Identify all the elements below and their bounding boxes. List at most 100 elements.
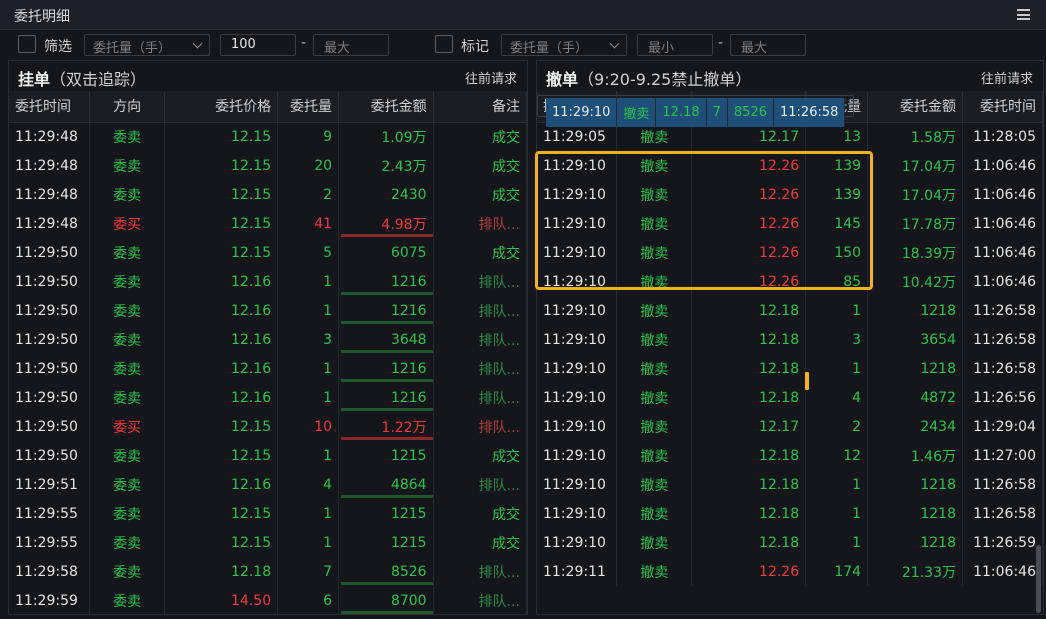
table-row[interactable]: 11:29:10 撤卖 12.26 150 18.39万 11:06:46 xyxy=(537,238,1043,267)
quantity-cell: 85 xyxy=(805,267,869,296)
price-cell: 12.18 xyxy=(691,528,807,557)
quantity-cell: 2 xyxy=(277,180,340,209)
table-row[interactable]: 11:29:10 撤卖 12.18 7 8526 11:26:58 xyxy=(537,95,855,127)
note-cell: 成交 xyxy=(433,499,527,528)
table-row[interactable]: 11:29:48 委买 12.15 41 4.98万 排队... xyxy=(9,209,527,238)
direction-cell: 委卖 xyxy=(89,354,165,383)
column-header-quantity[interactable]: 委托量 xyxy=(277,91,340,123)
pending-orders-panel: 挂单（双击追踪） 往前请求 委托时间 方向 委托价格 委托量 委托金额 备注 1… xyxy=(8,60,528,615)
table-row[interactable]: 11:29:10 撤卖 12.18 1 1218 11:26:58 xyxy=(537,354,1043,383)
table-row[interactable]: 11:29:10 撤卖 12.18 12 1.46万 11:27:00 xyxy=(537,441,1043,470)
order-time-cell: 11:29:51 xyxy=(9,470,91,499)
column-header-order-time[interactable]: 委托时间 xyxy=(9,91,91,123)
amount-cell: 18.39万 xyxy=(867,238,963,267)
price-cell: 12.18 xyxy=(691,354,807,383)
table-row[interactable]: 11:29:50 委买 12.15 10 1.22万 排队... xyxy=(9,412,527,441)
table-row[interactable]: 11:29:48 委卖 12.15 2 2430 成交 xyxy=(9,180,527,209)
table-row[interactable]: 11:29:55 委卖 12.15 1 1215 成交 xyxy=(9,528,527,557)
quantity-cell: 9 xyxy=(277,122,340,151)
pending-orders-title-text: 挂单 xyxy=(18,70,51,89)
table-row[interactable]: 11:29:58 委卖 12.18 7 8526 排队... xyxy=(9,557,527,586)
pending-orders-load-earlier-button[interactable]: 往前请求 xyxy=(465,68,517,87)
table-row[interactable]: 11:29:50 委卖 12.16 1 1216 排队... xyxy=(9,383,527,412)
table-row[interactable]: 11:29:50 委卖 12.15 5 6075 成交 xyxy=(9,238,527,267)
table-row[interactable]: 11:29:10 撤卖 12.26 139 17.04万 11:06:46 xyxy=(537,180,1043,209)
table-row[interactable]: 11:29:50 委卖 12.16 3 3648 排队... xyxy=(9,325,527,354)
amount-bar xyxy=(341,582,433,585)
table-row[interactable]: 11:29:50 委卖 12.15 1 1215 成交 xyxy=(9,441,527,470)
filter-max-input[interactable]: 最大 xyxy=(313,34,389,56)
hamburger-menu-icon[interactable] xyxy=(1017,9,1030,20)
table-row[interactable]: 11:29:10 撤卖 12.18 1 1218 11:26:58 xyxy=(537,296,1043,325)
direction-cell: 委卖 xyxy=(89,528,165,557)
table-row[interactable]: 11:29:10 撤卖 12.26 85 10.42万 11:06:46 xyxy=(537,267,1043,296)
quantity-cell: 1 xyxy=(805,296,869,325)
table-row[interactable]: 11:29:10 撤卖 12.26 145 17.78万 11:06:46 xyxy=(537,209,1043,238)
filter-field-select[interactable]: 委托量（手） xyxy=(84,34,210,56)
table-row[interactable]: 11:29:48 委卖 12.15 9 1.09万 成交 xyxy=(9,122,527,151)
quantity-cell: 2 xyxy=(805,412,869,441)
quantity-cell: 1 xyxy=(805,354,869,383)
direction-cell: 委卖 xyxy=(89,151,165,180)
price-cell: 14.50 xyxy=(164,586,279,614)
mark-field-select[interactable]: 委托量（手） xyxy=(501,34,627,56)
column-header-order-time[interactable]: 委托时间 xyxy=(962,91,1043,123)
cancel-time-cell: 11:29:10 xyxy=(537,325,618,354)
table-row[interactable]: 11:29:59 委卖 14.50 6 8700 排队... xyxy=(9,586,527,614)
table-row[interactable]: 11:29:10 撤卖 12.18 3 3654 11:26:58 xyxy=(537,325,1043,354)
order-time-cell: 11:29:48 xyxy=(9,122,91,151)
filter-checkbox[interactable] xyxy=(18,35,36,53)
pending-orders-header: 挂单（双击追踪） 往前请求 xyxy=(9,61,527,91)
note-cell: 排队... xyxy=(433,557,527,586)
table-row[interactable]: 11:29:11 撤卖 12.26 174 21.33万 11:06:46 xyxy=(537,557,1043,586)
amount-cell: 1.09万 xyxy=(338,122,434,151)
price-cell: 12.15 xyxy=(164,499,279,528)
chevron-down-icon xyxy=(609,38,620,49)
filter-min-input[interactable]: 100 xyxy=(220,34,296,56)
column-header-direction[interactable]: 方向 xyxy=(89,91,165,123)
price-cell: 12.15 xyxy=(164,238,279,267)
table-row[interactable]: 11:29:10 撤卖 12.18 1 1218 11:26:58 xyxy=(537,470,1043,499)
table-row[interactable]: 11:29:10 撤卖 12.17 2 2434 11:29:04 xyxy=(537,412,1043,441)
table-row[interactable]: 11:29:50 委卖 12.16 1 1216 排队... xyxy=(9,296,527,325)
table-row[interactable]: 11:29:48 委卖 12.15 20 2.43万 成交 xyxy=(9,151,527,180)
note-cell: 排队... xyxy=(433,586,527,614)
column-header-note[interactable]: 备注 xyxy=(433,91,527,123)
cancel-time-cell: 11:29:10 xyxy=(537,267,618,296)
amount-cell: 2.43万 xyxy=(338,151,434,180)
quantity-cell: 145 xyxy=(805,209,869,238)
column-header-amount[interactable]: 委托金额 xyxy=(867,91,963,123)
amount-bar xyxy=(341,350,433,353)
table-row[interactable]: 11:29:51 委卖 12.16 4 4864 排队... xyxy=(9,470,527,499)
mark-checkbox-label: 标记 xyxy=(461,39,489,55)
mark-checkbox[interactable] xyxy=(435,35,453,53)
cancelled-orders-load-earlier-button[interactable]: 往前请求 xyxy=(981,68,1033,87)
table-row[interactable]: 11:29:10 撤卖 12.18 4 4872 11:26:56 xyxy=(537,383,1043,412)
note-cell: 成交 xyxy=(433,180,527,209)
table-row[interactable]: 11:29:50 委卖 12.16 1 1216 排队... xyxy=(9,354,527,383)
order-time-cell: 11:06:46 xyxy=(962,238,1043,267)
quantity-cell: 10 xyxy=(277,412,340,441)
mark-max-input[interactable]: 最大 xyxy=(730,34,806,56)
order-time-cell: 11:29:59 xyxy=(9,586,91,614)
direction-cell: 撤卖 xyxy=(616,383,693,412)
cancel-time-cell: 11:29:10 xyxy=(537,441,618,470)
amount-cell: 17.78万 xyxy=(867,209,963,238)
mark-min-input[interactable]: 最小 xyxy=(637,34,713,56)
table-row[interactable]: 11:29:55 委卖 12.15 1 1215 成交 xyxy=(9,499,527,528)
column-header-price[interactable]: 委托价格 xyxy=(164,91,279,123)
price-cell: 12.15 xyxy=(164,209,279,238)
price-cell: 12.26 xyxy=(691,557,807,586)
amount-cell: 1.46万 xyxy=(867,441,963,470)
cancelled-orders-subtitle: （9:20-9.25禁止撤单） xyxy=(578,70,752,89)
table-row[interactable]: 11:29:50 委卖 12.16 1 1216 排队... xyxy=(9,267,527,296)
amount-cell: 1.58万 xyxy=(867,122,963,151)
table-row[interactable]: 11:29:10 撤卖 12.26 139 17.04万 11:06:46 xyxy=(537,151,1043,180)
vertical-scrollbar-thumb[interactable] xyxy=(1036,545,1041,613)
window-title: 委托明细 xyxy=(14,9,70,25)
table-row[interactable]: 11:29:10 撤卖 12.18 1 1218 11:26:58 xyxy=(537,499,1043,528)
order-time-cell: 11:06:46 xyxy=(962,267,1043,296)
column-header-amount[interactable]: 委托金额 xyxy=(338,91,434,123)
table-row[interactable]: 11:29:10 撤卖 12.18 1 1218 11:26:59 xyxy=(537,528,1043,557)
quantity-cell: 1 xyxy=(277,528,340,557)
